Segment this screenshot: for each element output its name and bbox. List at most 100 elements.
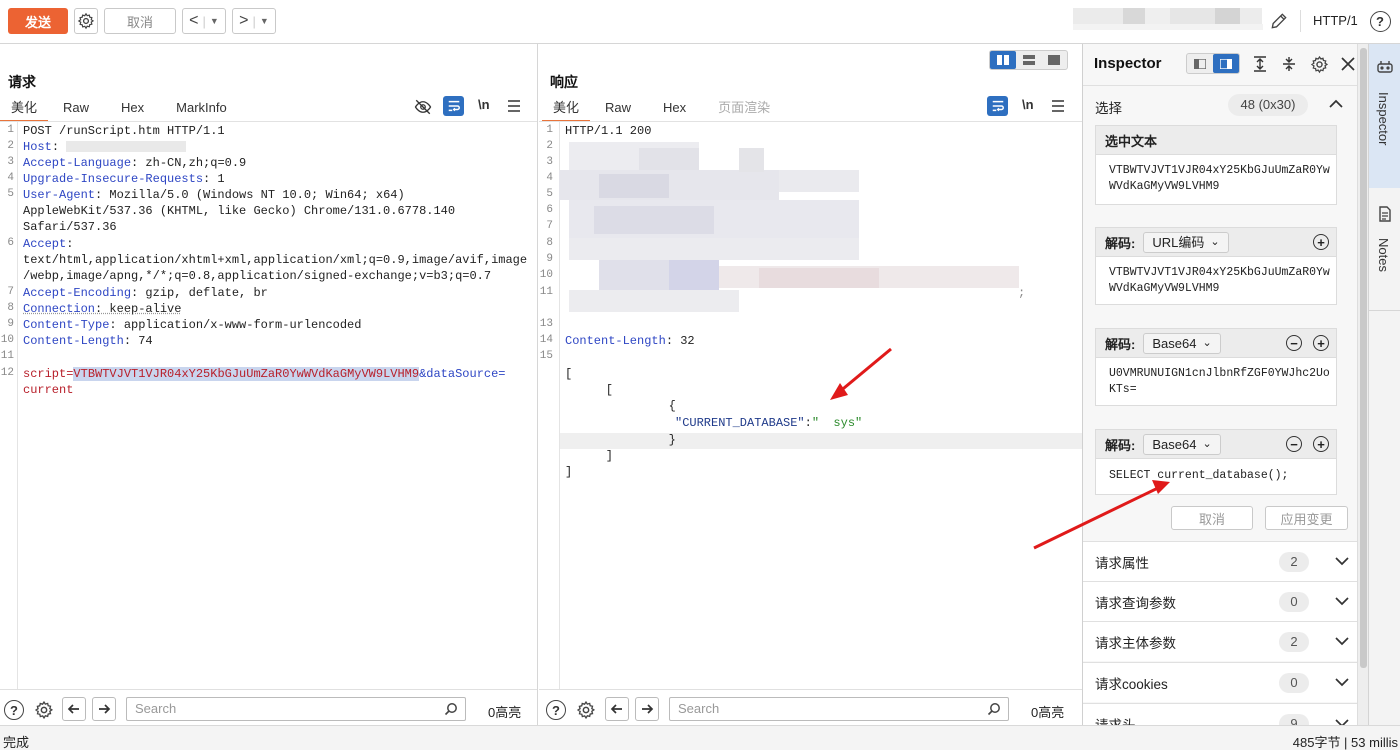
tab-raw[interactable]: Raw bbox=[594, 95, 642, 121]
chevron-down-icon bbox=[1335, 596, 1349, 606]
decoder-type-select[interactable]: Base64⌄ bbox=[1143, 434, 1220, 455]
code-line: AppleWebKit/537.36 (KHTML, like Gecko) C… bbox=[23, 204, 455, 218]
tab-raw[interactable]: Raw bbox=[52, 95, 100, 121]
menu-icon bbox=[507, 99, 521, 113]
http-version-label[interactable]: HTTP/1 bbox=[1313, 13, 1358, 28]
line-gutter bbox=[0, 122, 18, 689]
request-tabs: 美化 Raw Hex MarkInfo bbox=[0, 95, 238, 121]
dropdown-icon: ▼ bbox=[260, 16, 269, 26]
status-bar: 完成 485字节 | 53 millis bbox=[0, 725, 1400, 750]
next-match-button[interactable] bbox=[635, 697, 659, 721]
chevron-up-icon[interactable] bbox=[1329, 99, 1343, 109]
menu-icon bbox=[1051, 99, 1065, 113]
decoder-type-select[interactable]: URL编码⌄ bbox=[1143, 232, 1228, 253]
prev-match-button[interactable] bbox=[605, 697, 629, 721]
inspector-scrollbar[interactable] bbox=[1357, 44, 1368, 725]
section-query-params[interactable]: 请求查询参数0 bbox=[1083, 581, 1357, 621]
code-line: "CURRENT_DATABASE":" sys" bbox=[675, 416, 862, 430]
next-match-button[interactable] bbox=[92, 697, 116, 721]
layout-rows-button[interactable] bbox=[1016, 51, 1042, 69]
cancel-button[interactable]: 取消 bbox=[104, 8, 176, 34]
decoded-value[interactable]: U0VMRUNUIGN1cnJlbnRfZGF0YWJhc2UoKTs= bbox=[1096, 358, 1336, 398]
wrap-icon bbox=[447, 99, 461, 113]
help-icon[interactable]: ? bbox=[4, 700, 24, 720]
tab-hex[interactable]: Hex bbox=[110, 95, 155, 121]
expand-all-button[interactable] bbox=[1250, 54, 1270, 74]
tab-markinfo[interactable]: MarkInfo bbox=[165, 95, 238, 121]
cancel-changes-button[interactable]: 取消 bbox=[1171, 506, 1253, 530]
layout-single-button[interactable] bbox=[1041, 51, 1067, 69]
apply-changes-button[interactable]: 应用变更 bbox=[1265, 506, 1348, 530]
response-menu-button[interactable] bbox=[1049, 97, 1067, 115]
forward-nav-button[interactable]: >|▼ bbox=[232, 8, 276, 34]
inspector-layout-left[interactable] bbox=[1187, 54, 1213, 73]
notes-icon bbox=[1378, 206, 1392, 222]
code-line: Host: bbox=[23, 140, 186, 154]
code-line: Accept-Encoding: gzip, deflate, br bbox=[23, 286, 268, 300]
wrap-toggle[interactable] bbox=[987, 96, 1008, 116]
search-input[interactable]: Search bbox=[126, 697, 466, 721]
decoder-type-select[interactable]: Base64⌄ bbox=[1143, 333, 1220, 354]
search-input[interactable]: Search bbox=[669, 697, 1009, 721]
chevron-left-icon: < bbox=[189, 12, 198, 30]
layout-split-button[interactable] bbox=[990, 51, 1016, 69]
gear-icon bbox=[77, 12, 95, 30]
chevron-down-icon bbox=[1335, 556, 1349, 566]
code-line: Safari/537.36 bbox=[23, 220, 117, 234]
arrow-right-icon bbox=[97, 702, 111, 716]
decoded-value[interactable]: VTBWTVJVT1VJR04xY25KbGJuUmZaR0YwWVdKaGMy… bbox=[1096, 257, 1336, 297]
back-nav-button[interactable]: <|▼ bbox=[182, 8, 226, 34]
selected-text-header: 选中文本 bbox=[1096, 126, 1336, 155]
request-search-bar: ? Search 0高亮 bbox=[0, 689, 537, 725]
settings-button[interactable] bbox=[74, 8, 98, 34]
selected-text-value[interactable]: VTBWTVJVT1VJR04xY25KbGJuUmZaR0YwWVdKaGMy… bbox=[1096, 155, 1336, 195]
add-decoder-icon[interactable]: + bbox=[1313, 436, 1329, 452]
inspector-title: Inspector bbox=[1094, 55, 1162, 72]
code-line: } bbox=[611, 433, 676, 447]
chevron-down-icon bbox=[1335, 636, 1349, 646]
prev-match-button[interactable] bbox=[62, 697, 86, 721]
search-settings-button[interactable] bbox=[574, 698, 598, 722]
inspector-settings-button[interactable] bbox=[1308, 53, 1330, 75]
code-line: Accept-Language: zh-CN,zh;q=0.9 bbox=[23, 156, 246, 170]
rail-tab-inspector[interactable]: Inspector bbox=[1369, 44, 1400, 188]
newline-toggle[interactable]: \n bbox=[478, 97, 490, 112]
section-body-params[interactable]: 请求主体参数2 bbox=[1083, 621, 1357, 661]
wrap-toggle[interactable] bbox=[443, 96, 464, 116]
collapse-all-button[interactable] bbox=[1279, 54, 1299, 74]
add-decoder-icon[interactable]: + bbox=[1313, 234, 1329, 250]
chevron-down-icon: ⌄ bbox=[1210, 233, 1219, 252]
tab-hex[interactable]: Hex bbox=[652, 95, 697, 121]
request-menu-button[interactable] bbox=[505, 97, 523, 115]
code-line: Content-Length: 32 bbox=[565, 334, 695, 348]
edit-target-button[interactable] bbox=[1266, 8, 1292, 34]
response-editor[interactable]: 1 2 3 4 5 6 7 8 9 10 11 13 14 15 HTTP/1.… bbox=[539, 122, 1082, 689]
remove-decoder-icon[interactable]: − bbox=[1286, 436, 1302, 452]
code-line: [ bbox=[577, 383, 613, 397]
inspector-layout-right[interactable] bbox=[1213, 54, 1239, 73]
search-settings-button[interactable] bbox=[32, 698, 56, 722]
help-icon[interactable]: ? bbox=[546, 700, 566, 720]
selected-param-value[interactable]: VTBWTVJVT1VJR04xY25KbGJuUmZaR0YwWVdKaGMy… bbox=[73, 367, 419, 381]
remove-decoder-icon[interactable]: − bbox=[1286, 335, 1302, 351]
rail-tab-notes[interactable]: Notes bbox=[1369, 190, 1400, 310]
tab-pretty[interactable]: 美化 bbox=[542, 95, 590, 121]
section-request-attributes[interactable]: 请求属性2 bbox=[1083, 541, 1357, 581]
decoded-value[interactable]: SELECT current_database(); bbox=[1096, 459, 1336, 484]
request-editor[interactable]: 1 2 3 4 5 6 7 8 9 10 11 12 POST /runScri… bbox=[0, 122, 537, 689]
tab-pretty[interactable]: 美化 bbox=[0, 95, 48, 121]
add-decoder-icon[interactable]: + bbox=[1313, 335, 1329, 351]
response-title: 响应 bbox=[550, 72, 578, 92]
tab-render[interactable]: 页面渲染 bbox=[707, 95, 781, 121]
newline-toggle[interactable]: \n bbox=[1022, 97, 1034, 112]
help-button[interactable]: ? bbox=[1368, 9, 1392, 33]
pencil-icon bbox=[1269, 11, 1289, 31]
inspector-close-button[interactable] bbox=[1338, 54, 1358, 74]
hide-button[interactable] bbox=[413, 97, 433, 117]
scrollbar-thumb[interactable] bbox=[1360, 48, 1367, 668]
code-line: Accept: bbox=[23, 237, 73, 251]
send-button[interactable]: 发送 bbox=[8, 8, 68, 34]
close-icon bbox=[1341, 57, 1355, 71]
section-cookies[interactable]: 请求cookies0 bbox=[1083, 662, 1357, 702]
section-headers[interactable]: 请求头9 bbox=[1083, 703, 1357, 725]
